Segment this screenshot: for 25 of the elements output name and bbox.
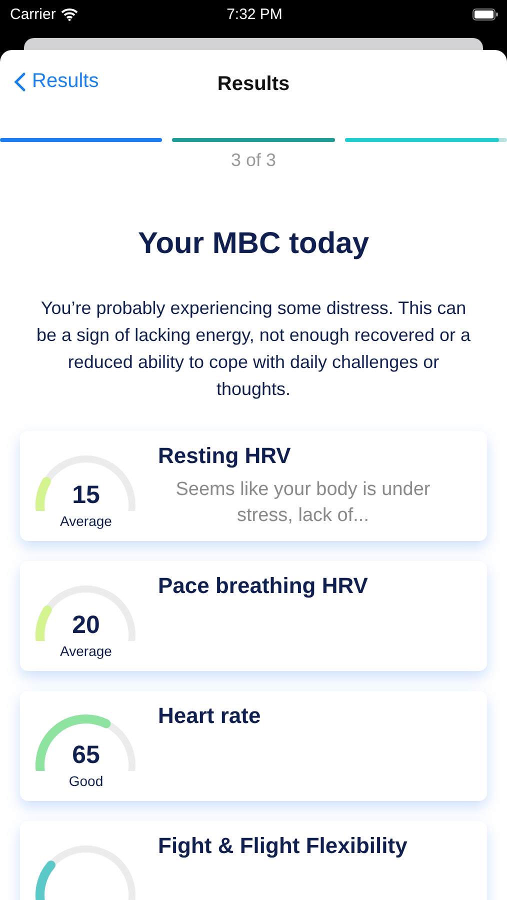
metric-rating: Good bbox=[68, 773, 104, 789]
clock-time: 7:32 PM bbox=[226, 6, 282, 22]
metric-rating: Average bbox=[59, 513, 113, 529]
metric-title: Heart rate bbox=[158, 703, 261, 729]
summary-text: You’re probably experiencing some distress. This can be a sign of lacking energy, not enough recovered or a reduced ability to cope with daily challenges or thoughts. bbox=[36, 297, 472, 401]
metric-card[interactable]: 15 Average Resting HRV Seems like your body is under stress, lack of... bbox=[20, 431, 487, 541]
metric-title: Pace breathing HRV bbox=[158, 573, 368, 599]
back-chevron-icon bbox=[14, 72, 26, 92]
metric-value: 20 bbox=[71, 611, 101, 640]
metric-title: Fight & Flight Flexibility bbox=[158, 833, 408, 859]
metric-rating: Average bbox=[59, 643, 113, 659]
metric-card[interactable]: 20 Average Pace breathing HRV bbox=[20, 561, 487, 671]
metric-title: Resting HRV bbox=[158, 443, 292, 469]
metric-card[interactable]: 65 Good Heart rate bbox=[20, 691, 487, 801]
wifi-icon bbox=[60, 8, 78, 20]
metric-card[interactable]: Fight & Flight Flexibility bbox=[20, 821, 487, 900]
page-heading: Your MBC today bbox=[136, 227, 370, 261]
metric-value: 15 bbox=[71, 481, 101, 510]
step-counter: 3 of 3 bbox=[230, 150, 276, 171]
carrier-label: Carrier bbox=[10, 6, 56, 22]
metric-description: Seems like your body is under stress, lack of... bbox=[174, 478, 432, 528]
back-button[interactable]: Results bbox=[14, 70, 99, 93]
nav-title: Results bbox=[217, 72, 290, 96]
metric-value: 65 bbox=[71, 741, 101, 770]
battery-icon bbox=[472, 8, 499, 20]
